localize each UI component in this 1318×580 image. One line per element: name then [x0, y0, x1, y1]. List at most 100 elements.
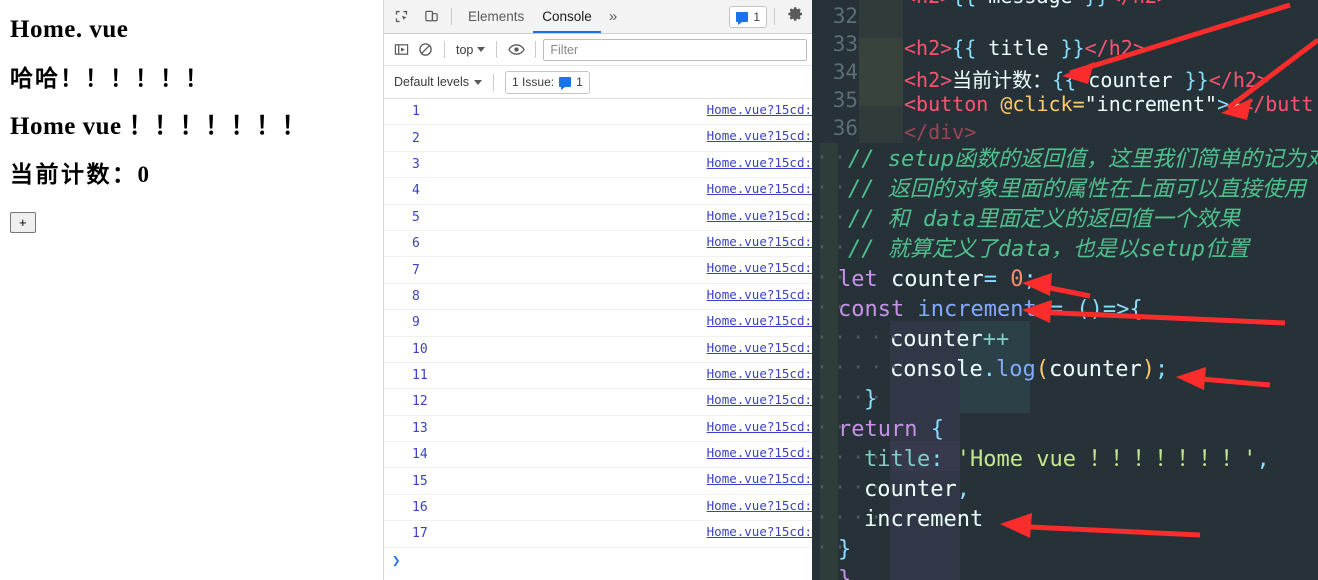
console-log-row[interactable]: 17 Home.vue?15cd:: [384, 521, 812, 548]
more-tabs-icon[interactable]: »: [601, 8, 625, 25]
console-log-row[interactable]: 9 Home.vue?15cd:: [384, 310, 812, 337]
console-log-row[interactable]: 2 Home.vue?15cd:: [384, 125, 812, 152]
preview-content: Home. vue 哈哈！！！！！！ Home vue ！！！！！！！ 当前计数…: [0, 0, 383, 233]
editor-fragment-top: 32 33 34 35 36 <h2>{{ message }}</h2> <h…: [812, 0, 1318, 144]
console-log-source-link[interactable]: Home.vue?15cd:: [707, 340, 812, 355]
preview-heading-message: 哈哈！！！！！！: [10, 65, 210, 91]
inspect-element-icon[interactable]: [388, 4, 414, 30]
issue-counter-label: 1 Issue:: [512, 75, 555, 89]
console-log-value: 15: [412, 473, 428, 489]
log-levels-selector[interactable]: Default levels: [390, 75, 486, 89]
gear-icon[interactable]: [782, 6, 810, 27]
toolbar-divider-2: [774, 8, 775, 25]
console-log-source-link[interactable]: Home.vue?15cd:: [707, 287, 812, 302]
console-log-row[interactable]: 7 Home.vue?15cd:: [384, 257, 812, 284]
issues-badge-count: 1: [753, 9, 760, 24]
editor-code-line[interactable]: let counter= 0;: [838, 265, 1037, 295]
console-log-source-link[interactable]: Home.vue?15cd:: [707, 524, 812, 539]
editor-code-line[interactable]: <h2>当前计数：{{ counter }}</h2>: [904, 64, 1269, 93]
console-log-value: 7: [412, 262, 420, 278]
console-log-value: 12: [412, 394, 428, 410]
console-log-row[interactable]: 10 Home.vue?15cd:: [384, 337, 812, 363]
console-log-value: 2: [412, 130, 420, 146]
console-log-row[interactable]: 15 Home.vue?15cd:: [384, 468, 812, 495]
execute-snippet-icon[interactable]: [389, 39, 413, 61]
console-log-source-link[interactable]: Home.vue?15cd:: [707, 208, 812, 223]
editor-code-line[interactable]: counter++: [890, 325, 1009, 355]
issue-counter-count: 1: [576, 75, 583, 89]
editor-code-line[interactable]: // 就算定义了data，也是以setup位置: [848, 235, 1249, 265]
increment-button[interactable]: +: [10, 211, 36, 233]
preview-heading-title: Home vue ！！！！！！！: [10, 112, 307, 140]
devtools-filterbar: top: [384, 34, 812, 66]
line-number: 33: [832, 32, 858, 56]
console-log-value: 9: [412, 315, 420, 331]
clear-console-icon[interactable]: [413, 39, 437, 61]
issue-counter-button[interactable]: 1 Issue: 1: [505, 70, 590, 94]
console-log-value: 14: [412, 447, 428, 463]
device-toolbar-icon[interactable]: [418, 4, 444, 30]
console-log-row[interactable]: 12 Home.vue?15cd:: [384, 389, 812, 416]
editor-code-line[interactable]: <h2>{{ title }}</h2>: [904, 36, 1145, 60]
console-log-row[interactable]: 14 Home.vue?15cd:: [384, 442, 812, 469]
live-expression-icon[interactable]: [504, 39, 528, 61]
editor-code-line[interactable]: }: [838, 565, 851, 580]
console-prompt-row[interactable]: ❯: [384, 548, 812, 574]
console-log-row[interactable]: 5 Home.vue?15cd:: [384, 205, 812, 231]
editor-code-line[interactable]: // setup函数的返回值，这里我们简单的记为对: [848, 145, 1318, 175]
editor-code-line[interactable]: // 返回的对象里面的属性在上面可以直接使用: [848, 175, 1306, 205]
editor-code-line[interactable]: </div>: [904, 120, 976, 143]
console-log-value: 16: [412, 500, 428, 516]
console-log-source-link[interactable]: Home.vue?15cd:: [707, 260, 812, 275]
devtools-tabbar: Elements Console » 1: [384, 0, 812, 34]
filterbar-divider: [444, 41, 445, 58]
console-log-source-link[interactable]: Home.vue?15cd:: [707, 471, 812, 486]
console-log-list[interactable]: 1 Home.vue?15cd: 2 Home.vue?15cd: 3 Home.vue?…: [384, 99, 812, 580]
console-log-source-link[interactable]: Home.vue?15cd:: [707, 419, 812, 434]
console-log-row[interactable]: 11 Home.vue?15cd:: [384, 363, 812, 390]
editor-code-line[interactable]: title: 'Home vue ！！！！！！！',: [864, 445, 1270, 475]
console-log-row[interactable]: 1 Home.vue?15cd:: [384, 99, 812, 126]
console-log-row[interactable]: 4 Home.vue?15cd:: [384, 178, 812, 205]
console-log-value: 3: [412, 156, 420, 172]
console-log-row[interactable]: 13 Home.vue?15cd:: [384, 416, 812, 443]
line-number: 32: [832, 4, 858, 28]
line-number: 36: [832, 116, 858, 140]
code-comment: // 就算定义了data，也是以setup位置: [848, 237, 1249, 262]
editor-code-line[interactable]: <button @click="increment">+</butt: [904, 92, 1313, 116]
context-selector[interactable]: top: [452, 43, 489, 57]
console-log-value: 8: [412, 288, 420, 304]
console-log-row[interactable]: 8 Home.vue?15cd:: [384, 284, 812, 311]
tab-elements[interactable]: Elements: [459, 1, 533, 33]
code-comment: // 返回的对象里面的属性在上面可以直接使用: [848, 177, 1306, 202]
console-log-source-link[interactable]: Home.vue?15cd:: [707, 155, 812, 170]
console-log-source-link[interactable]: Home.vue?15cd:: [707, 366, 812, 381]
editor-code-line[interactable]: console.log(counter);: [890, 355, 1168, 385]
issues-badge[interactable]: 1: [729, 5, 767, 28]
console-log-source-link[interactable]: Home.vue?15cd:: [707, 392, 812, 407]
code-editor-panel: 32 33 34 35 36 <h2>{{ message }}</h2> <h…: [812, 0, 1318, 580]
tab-console[interactable]: Console: [533, 1, 601, 33]
console-log-row[interactable]: 3 Home.vue?15cd:: [384, 152, 812, 179]
levelbar-divider: [493, 73, 495, 91]
filterbar-divider-2: [496, 41, 498, 58]
console-log-value: 17: [412, 526, 428, 542]
editor-code-line[interactable]: const increment = ()=>{: [838, 295, 1143, 325]
console-log-source-link[interactable]: Home.vue?15cd:: [707, 498, 812, 513]
console-log-row[interactable]: 6 Home.vue?15cd:: [384, 231, 812, 258]
console-log-source-link[interactable]: Home.vue?15cd:: [707, 102, 812, 117]
console-log-row[interactable]: 16 Home.vue?15cd:: [384, 495, 812, 522]
editor-code-line[interactable]: <h2>{{ message }}</h2>: [904, 0, 1169, 8]
console-prompt-caret-icon: ❯: [392, 552, 401, 569]
log-levels-label: Default levels: [394, 75, 470, 89]
console-log-source-link[interactable]: Home.vue?15cd:: [707, 181, 812, 196]
editor-code-line[interactable]: return {: [838, 415, 944, 445]
editor-code-line[interactable]: // 和 data里面定义的返回值一个效果: [848, 205, 1240, 235]
console-log-source-link[interactable]: Home.vue?15cd:: [707, 128, 812, 143]
console-log-value: 11: [412, 368, 428, 384]
filter-input[interactable]: [543, 38, 807, 61]
preview-heading-filename: Home. vue: [10, 16, 129, 43]
console-log-source-link[interactable]: Home.vue?15cd:: [707, 234, 812, 249]
console-log-source-link[interactable]: Home.vue?15cd:: [707, 313, 812, 328]
console-log-source-link[interactable]: Home.vue?15cd:: [707, 445, 812, 460]
